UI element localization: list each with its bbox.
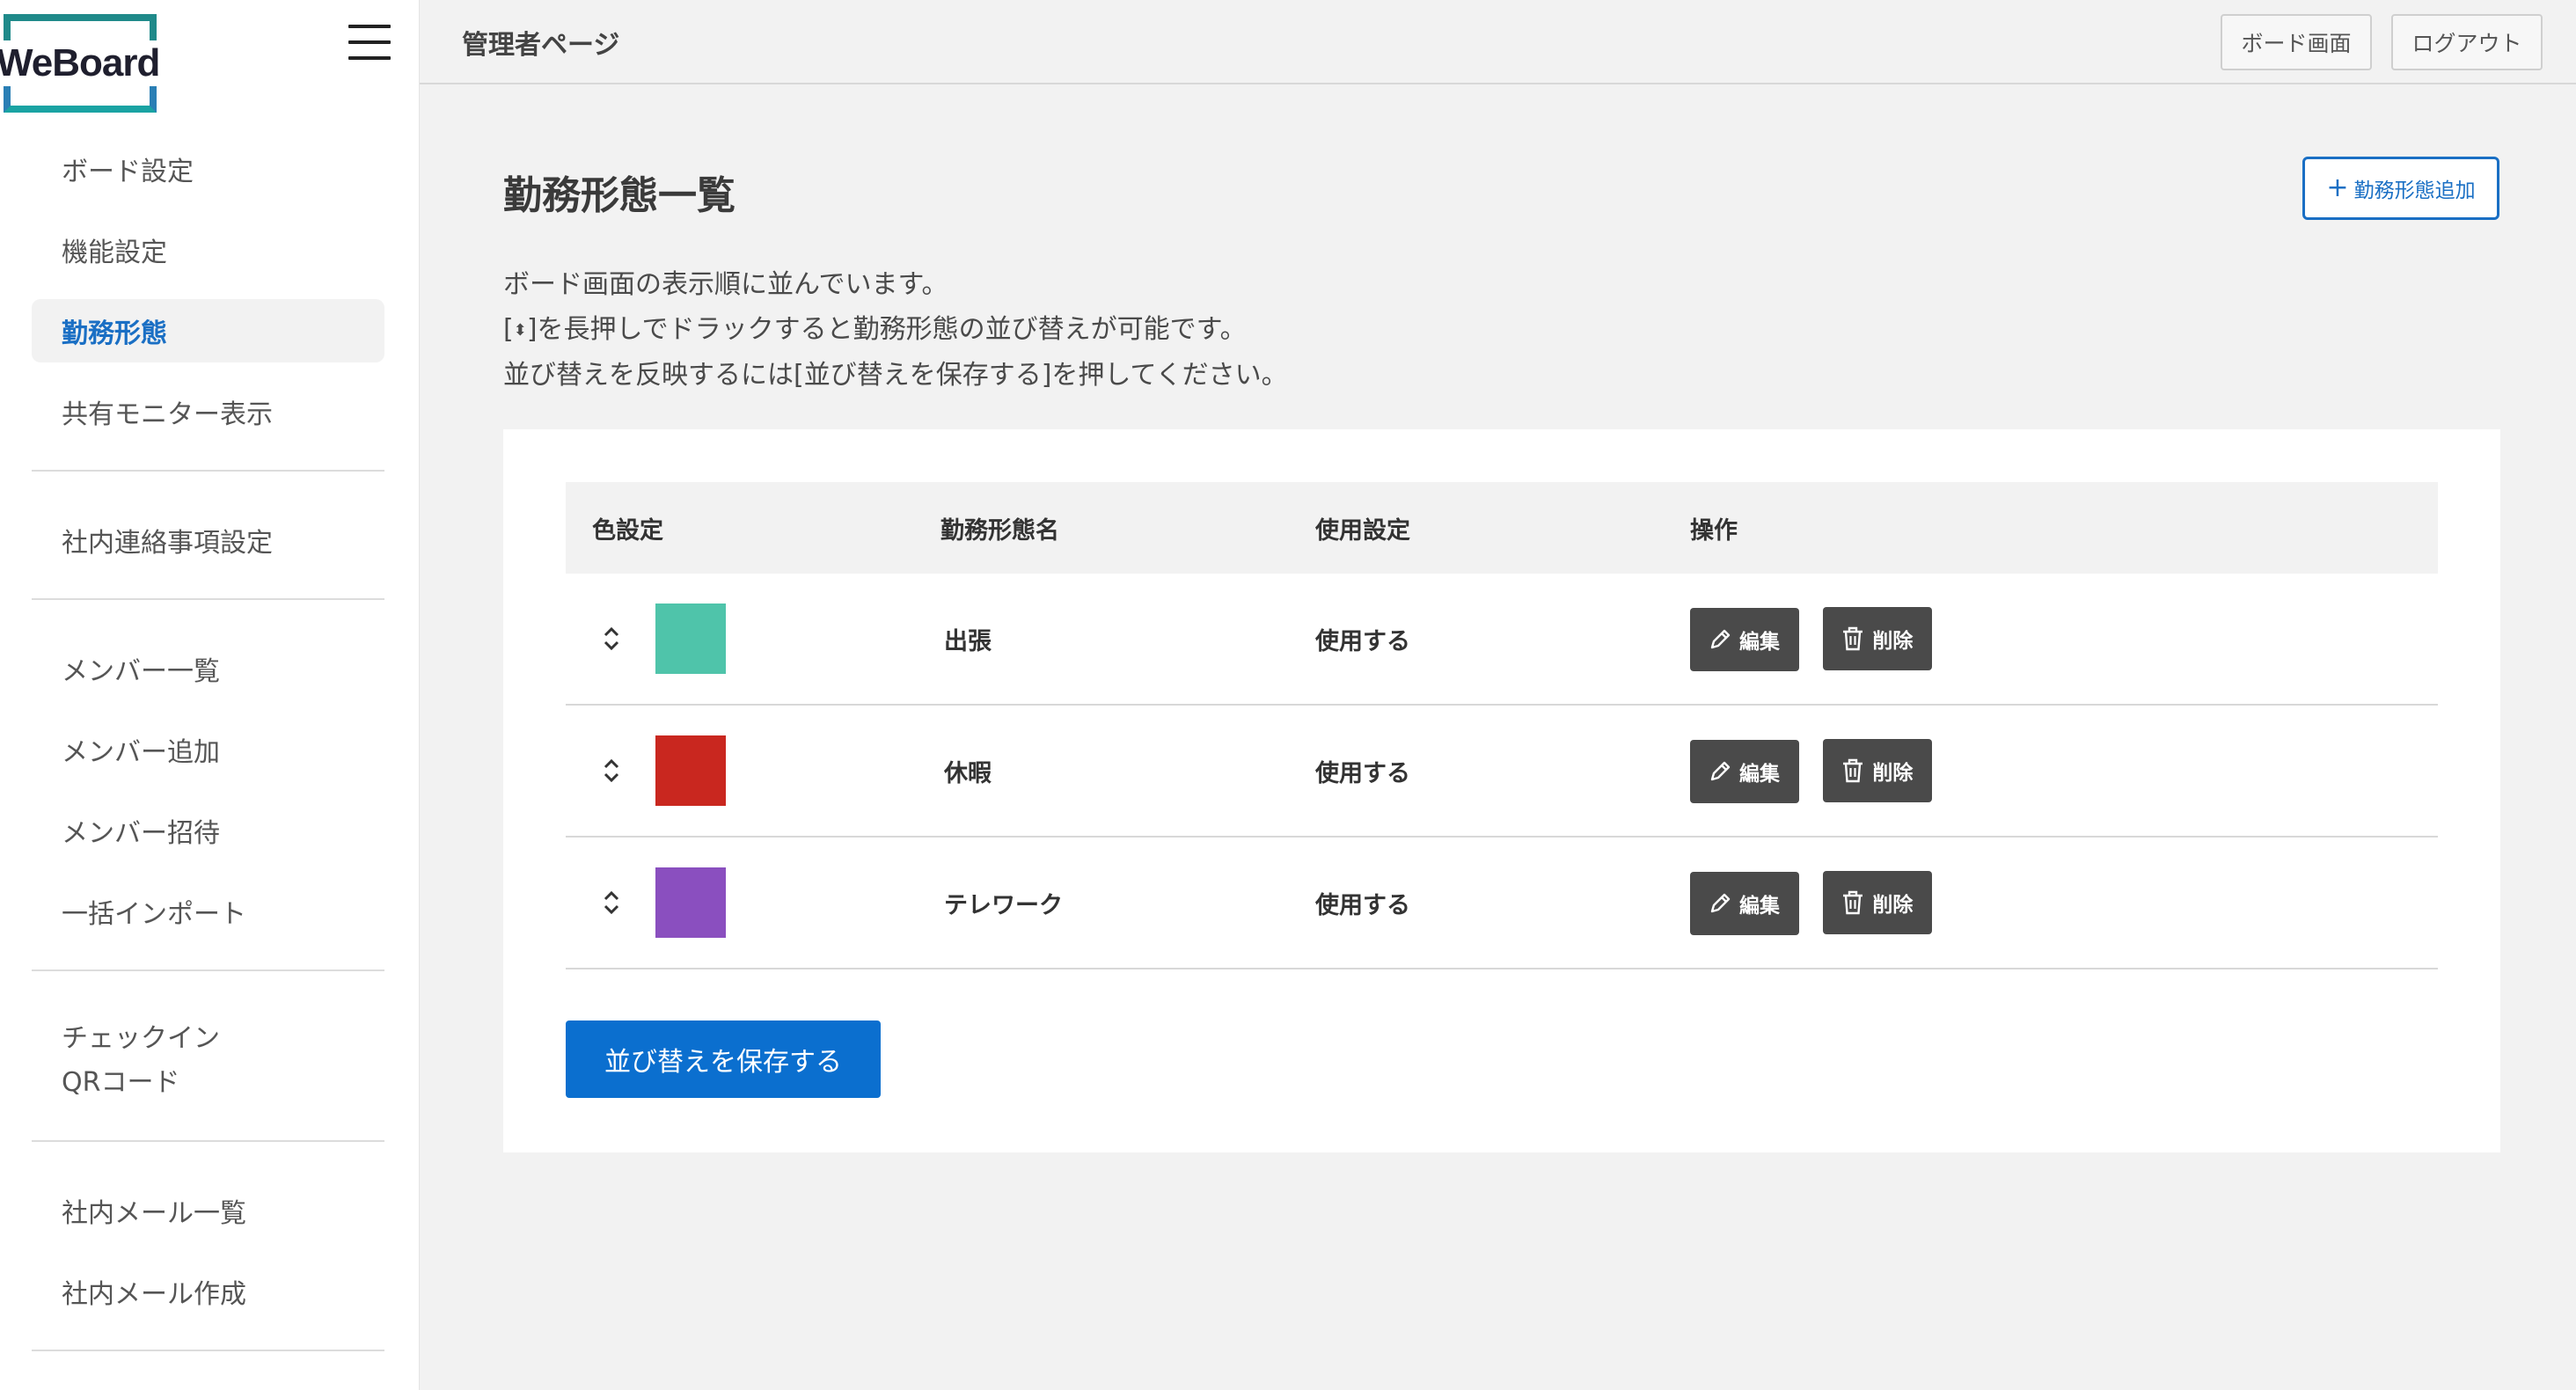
sidebar-item-member-add[interactable]: メンバー追加: [32, 718, 384, 781]
sidebar-item-label-line1: チェックイン: [62, 1023, 220, 1054]
sidebar-item-member-invite[interactable]: メンバー招待: [32, 799, 384, 862]
logo-frame-top: [4, 14, 157, 40]
sidebar-item-checkin-qr[interactable]: チェックイン QRコード: [32, 1008, 384, 1114]
drag-handle-icon[interactable]: [601, 885, 622, 920]
page-header-title: 管理者ページ: [462, 30, 620, 61]
work-style-name: テレワーク: [944, 891, 1063, 919]
description-line-2: [⬍]を長押しでドラックすると勤務形態の並び替えが可能です。: [503, 307, 1288, 353]
sidebar-item-feature-settings[interactable]: 機能設定: [32, 218, 384, 282]
color-swatch: [655, 604, 726, 674]
sidebar-item-work-styles[interactable]: 勤務形態: [32, 299, 384, 362]
add-work-style-button[interactable]: + 勤務形態追加: [2302, 157, 2499, 220]
sidebar-divider: [32, 598, 384, 600]
sidebar-item-internal-mail-list[interactable]: 社内メール一覧: [32, 1179, 384, 1242]
save-order-button[interactable]: 並び替えを保存する: [566, 1021, 881, 1098]
description-line-3: 並び替えを反映するには[並び替えを保存する]を押してください。: [503, 360, 1288, 391]
edit-button[interactable]: 編集: [1690, 607, 1799, 671]
logout-button[interactable]: ログアウト: [2391, 14, 2543, 70]
sidebar-divider: [32, 470, 384, 472]
sidebar-item-internal-mail-compose[interactable]: 社内メール作成: [32, 1260, 384, 1323]
trash-icon: [1843, 758, 1863, 782]
pencil-icon: [1710, 761, 1731, 780]
work-style-name: 休暇: [944, 759, 992, 787]
page-title: 勤務形態一覧: [503, 173, 735, 218]
pencil-icon: [1710, 629, 1731, 648]
sidebar-nav: ボード設定 機能設定 勤務形態 共有モニター表示 社内連絡事項設定 メンバー一覧…: [32, 137, 384, 1388]
table-row: 出張 使用する 編集 削除: [566, 574, 2438, 706]
delete-button[interactable]: 削除: [1823, 870, 1933, 934]
trash-icon: [1843, 890, 1863, 914]
table-row: 休暇 使用する 編集 削除: [566, 706, 2438, 838]
drag-handle-icon[interactable]: [601, 753, 622, 788]
drag-handle-icon[interactable]: [601, 621, 622, 656]
main-content: 勤務形態一覧 + 勤務形態追加 ボード画面の表示順に並んでいます。 [⬍]を長押…: [420, 86, 2576, 1390]
hamburger-menu-icon[interactable]: [348, 25, 391, 60]
sidebar-divider: [32, 1350, 384, 1351]
sidebar-item-internal-notice-settings[interactable]: 社内連絡事項設定: [32, 508, 384, 572]
column-header-color: 色設定: [592, 516, 663, 545]
column-header-name: 勤務形態名: [940, 516, 1059, 545]
color-swatch: [655, 735, 726, 806]
edit-button[interactable]: 編集: [1690, 739, 1799, 803]
top-header: 管理者ページ ボード画面 ログアウト: [420, 0, 2576, 84]
description-line-1: ボード画面の表示順に並んでいます。: [503, 269, 948, 300]
app-root: WeBoard ボード設定 機能設定 勤務形態 共有モニター表示 社内連絡事項設…: [0, 0, 2576, 1390]
delete-button[interactable]: 削除: [1823, 606, 1933, 670]
board-screen-button[interactable]: ボード画面: [2221, 14, 2372, 70]
sidebar-divider: [32, 969, 384, 971]
weboard-logo[interactable]: WeBoard: [0, 14, 174, 113]
logo-text: WeBoard: [0, 40, 174, 86]
delete-button[interactable]: 削除: [1823, 738, 1933, 802]
sidebar-item-board-settings[interactable]: ボード設定: [32, 137, 384, 201]
pencil-icon: [1710, 893, 1731, 912]
usage-setting: 使用する: [1315, 627, 1410, 655]
work-style-table: 色設定 勤務形態名 使用設定 操作 出張 使用する 編集 削除 休暇 使用する …: [566, 482, 2438, 969]
table-row: テレワーク 使用する 編集 削除: [566, 838, 2438, 969]
description: ボード画面の表示順に並んでいます。 [⬍]を長押しでドラックすると勤務形態の並び…: [503, 262, 1288, 398]
sidebar-item-bulk-import[interactable]: 一括インポート: [32, 880, 384, 943]
table-header-row: 色設定 勤務形態名 使用設定 操作: [566, 482, 2438, 574]
color-swatch: [655, 867, 726, 938]
work-style-card: 色設定 勤務形態名 使用設定 操作 出張 使用する 編集 削除 休暇 使用する …: [503, 429, 2500, 1152]
plus-icon: +: [2326, 172, 2349, 203]
sidebar-item-member-list[interactable]: メンバー一覧: [32, 637, 384, 700]
sort-handle-icon: ⬍: [513, 321, 527, 340]
usage-setting: 使用する: [1315, 891, 1410, 919]
usage-setting: 使用する: [1315, 759, 1410, 787]
sidebar-divider: [32, 1140, 384, 1142]
sidebar: WeBoard ボード設定 機能設定 勤務形態 共有モニター表示 社内連絡事項設…: [0, 0, 420, 1390]
trash-icon: [1843, 626, 1863, 650]
column-header-usage: 使用設定: [1315, 516, 1410, 545]
edit-button[interactable]: 編集: [1690, 871, 1799, 935]
add-work-style-label: 勤務形態追加: [2353, 179, 2476, 202]
sidebar-item-shared-monitor[interactable]: 共有モニター表示: [32, 380, 384, 443]
work-style-name: 出張: [944, 627, 992, 655]
sidebar-item-label-line2: QRコード: [62, 1067, 180, 1098]
logo-frame-bottom: [4, 86, 157, 113]
column-header-actions: 操作: [1690, 516, 1738, 545]
